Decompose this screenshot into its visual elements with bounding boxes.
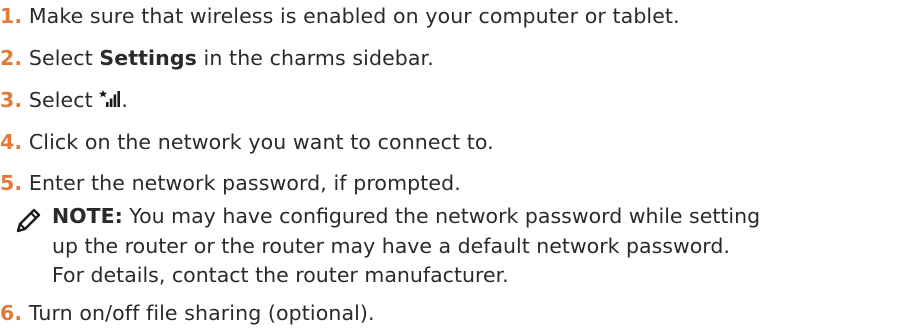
note-text-3: For details, contact the router manufact…: [52, 263, 509, 287]
step-text-before: Select: [28, 88, 100, 112]
step-number: 6.: [0, 301, 23, 325]
step-4: 4. Click on the network you want to conn…: [0, 129, 494, 155]
step-text: Make sure that wireless is enabled on yo…: [28, 4, 680, 28]
note-pencil-icon: [16, 208, 41, 233]
step-2: 2. Select Settings in the charms sidebar…: [0, 45, 434, 71]
step-number: 3.: [0, 88, 23, 112]
step-text: Click on the network you want to connect…: [28, 130, 494, 154]
note-line-2: up the router or the router may have a d…: [52, 233, 730, 259]
step-text-after: .: [121, 88, 128, 112]
note-line-1: NOTE: You may have configured the networ…: [52, 203, 760, 229]
step-number: 5.: [0, 171, 23, 195]
step-5: 5. Enter the network password, if prompt…: [0, 170, 461, 196]
step-3: 3. Select .: [0, 87, 128, 113]
note-label: NOTE:: [52, 204, 123, 228]
step-text-after: in the charms sidebar.: [196, 46, 434, 70]
step-text-before: Select: [28, 46, 100, 70]
settings-term: Settings: [99, 46, 197, 70]
step-number: 2.: [0, 46, 23, 70]
step-number: 4.: [0, 130, 23, 154]
step-number: 1.: [0, 4, 23, 28]
wireless-signal-icon: [99, 90, 121, 107]
step-text: Enter the network password, if prompted.: [28, 171, 461, 195]
step-1: 1. Make sure that wireless is enabled on…: [0, 3, 680, 29]
step-text: Turn on/off file sharing (optional).: [28, 301, 375, 325]
step-6: 6. Turn on/off file sharing (optional).: [0, 300, 375, 326]
note-text-1: You may have configured the network pass…: [122, 204, 761, 228]
instruction-document: 1. Make sure that wireless is enabled on…: [0, 0, 921, 332]
note-line-3: For details, contact the router manufact…: [52, 262, 509, 288]
note-text-2: up the router or the router may have a d…: [52, 234, 730, 258]
